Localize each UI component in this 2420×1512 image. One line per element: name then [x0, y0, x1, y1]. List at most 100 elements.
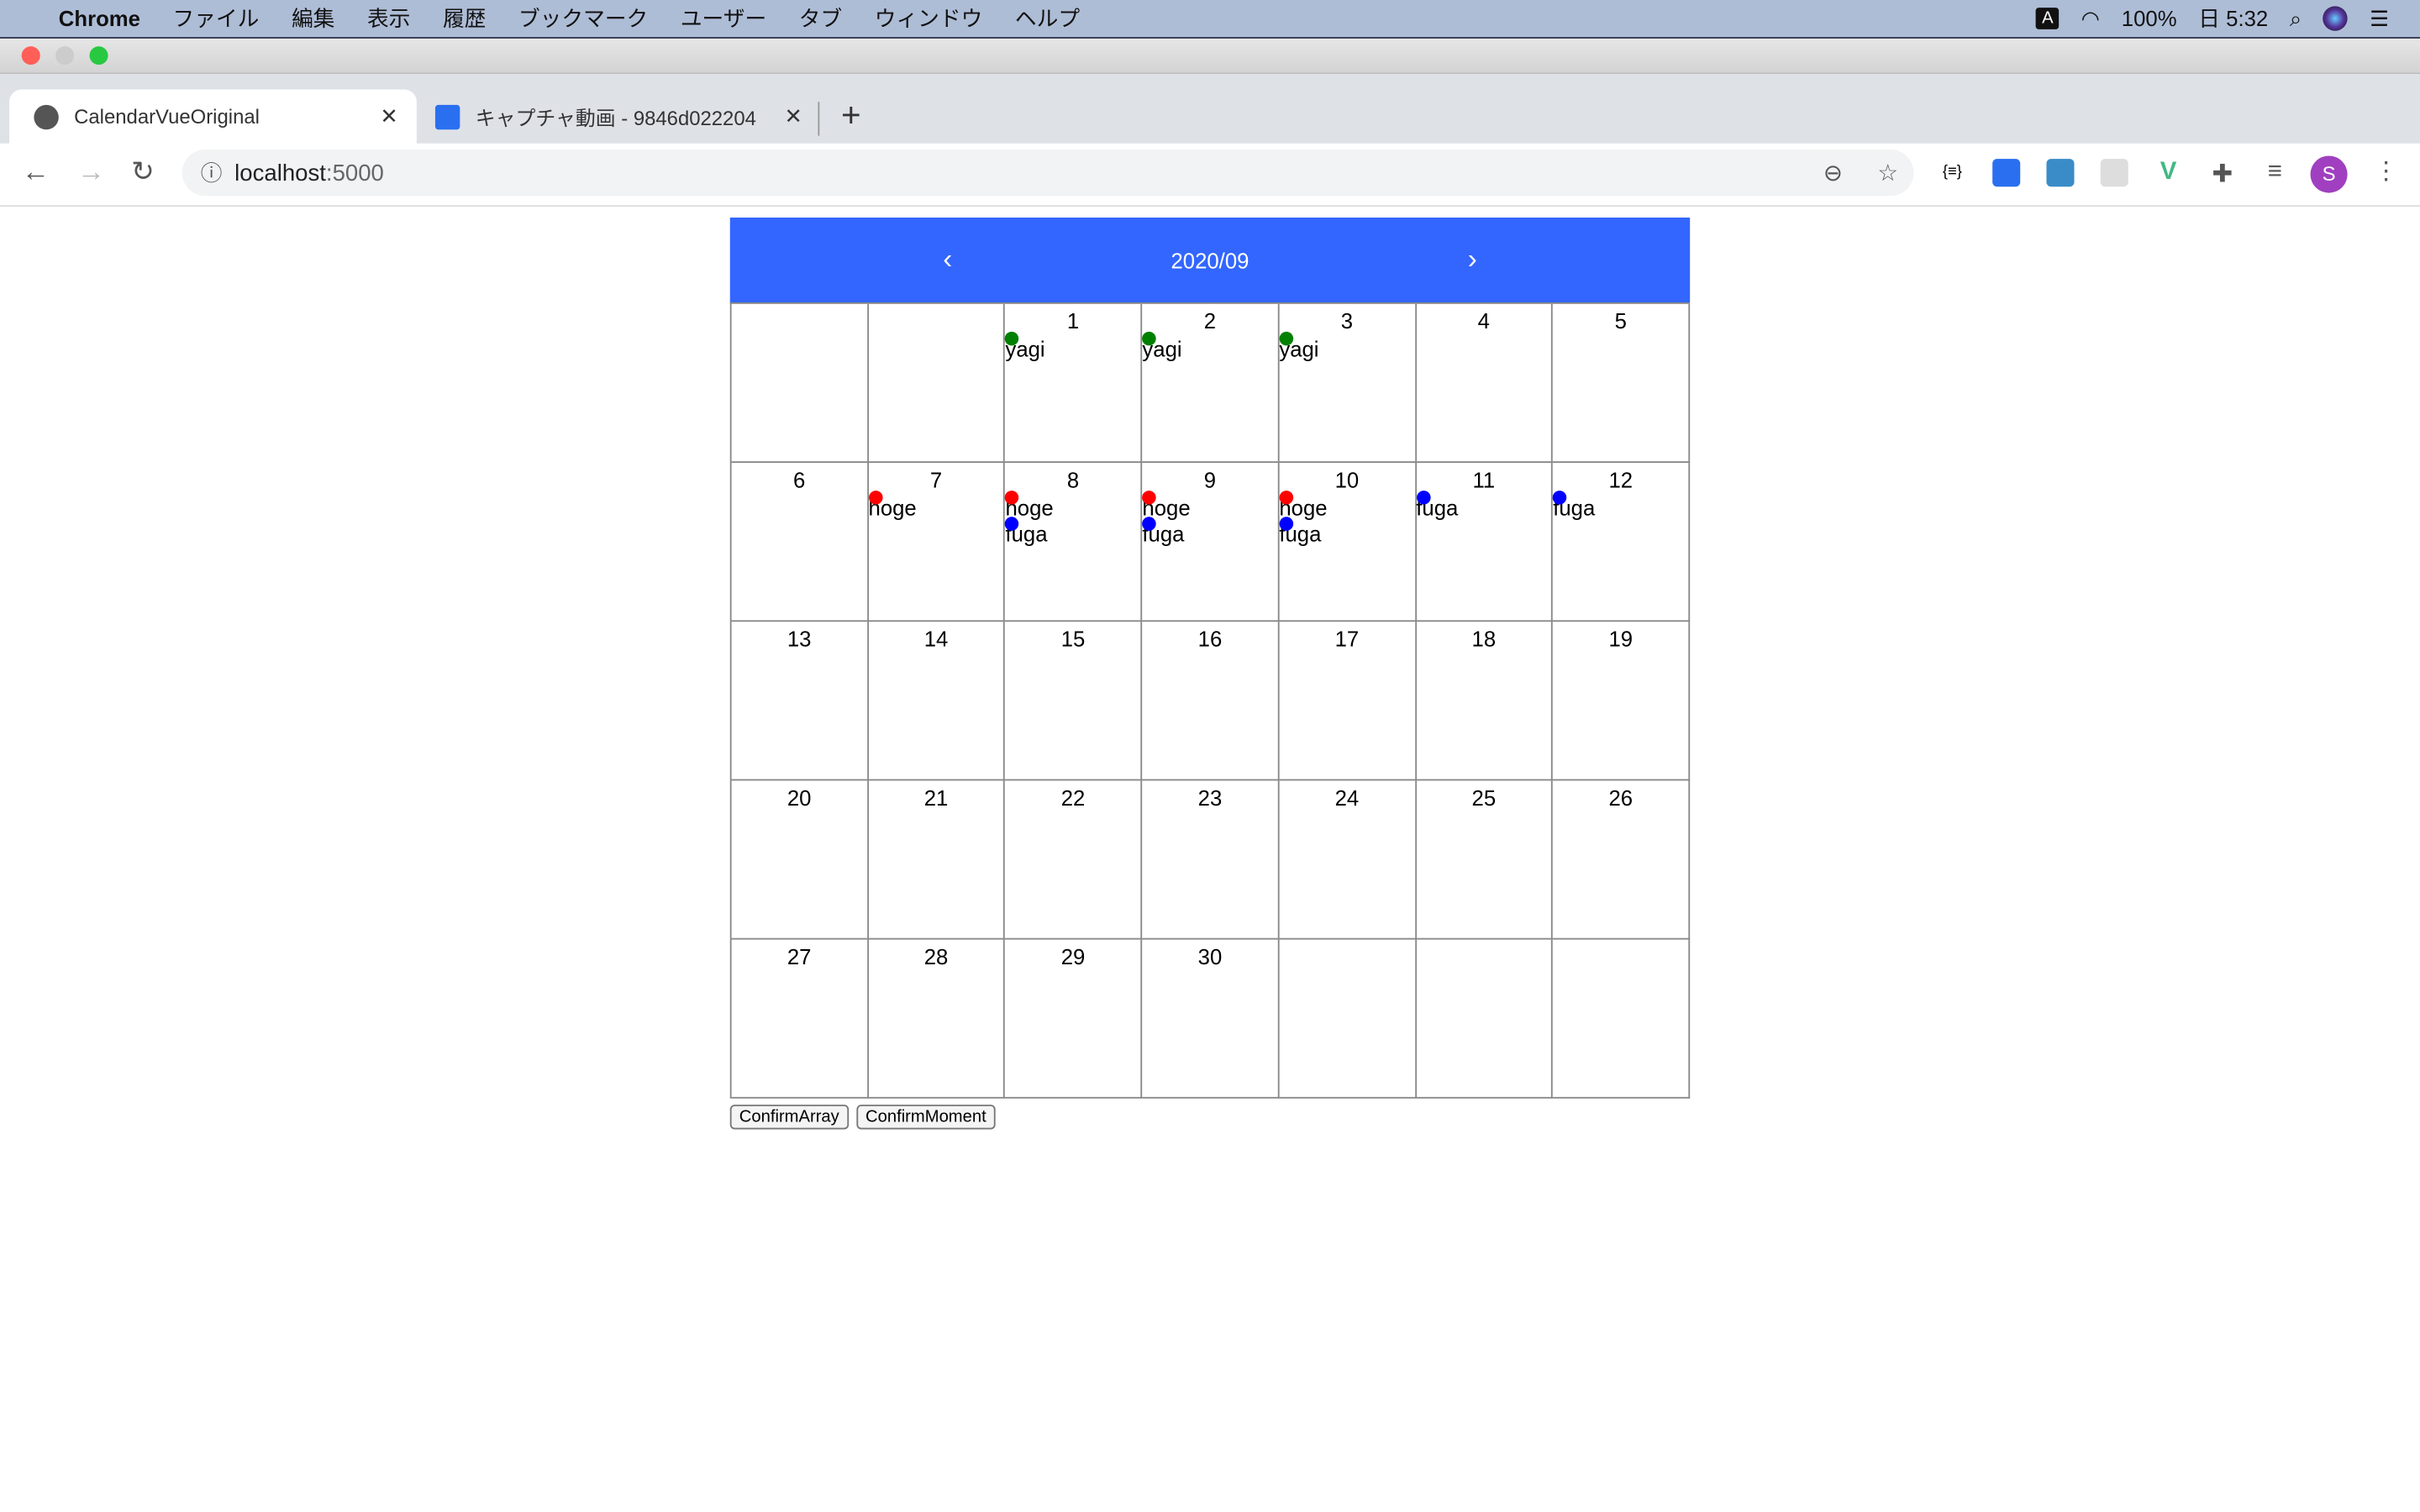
- json-extension-icon[interactable]: {≡}: [1939, 159, 1966, 186]
- confirm-moment-button[interactable]: ConfirmMoment: [855, 1105, 996, 1130]
- day-cell[interactable]: [1553, 939, 1691, 1099]
- day-cell[interactable]: [1416, 939, 1554, 1099]
- event-item[interactable]: fuga: [1142, 517, 1277, 548]
- back-icon[interactable]: ←: [22, 156, 50, 189]
- react-devtools-icon[interactable]: [2100, 159, 2128, 187]
- day-cell[interactable]: 14: [868, 622, 1006, 781]
- day-cell[interactable]: 28: [868, 939, 1006, 1099]
- event-item[interactable]: fuga: [1553, 491, 1688, 522]
- day-number: 18: [1471, 626, 1497, 652]
- info-icon[interactable]: ⓘ: [201, 157, 223, 188]
- minimize-window-button[interactable]: [55, 46, 75, 66]
- event-item[interactable]: hoge: [868, 491, 1004, 522]
- day-cell[interactable]: 9 hoge fuga: [1142, 463, 1280, 622]
- day-cell[interactable]: 3 yagi: [1279, 303, 1417, 464]
- siri-icon[interactable]: [2323, 6, 2349, 31]
- day-cell[interactable]: 23: [1142, 780, 1280, 940]
- more-menu-icon[interactable]: ⋮: [2374, 156, 2398, 187]
- event-item[interactable]: yagi: [1005, 331, 1140, 362]
- event-item[interactable]: hoge: [1005, 491, 1140, 522]
- day-cell[interactable]: 16: [1142, 622, 1280, 781]
- zoom-icon[interactable]: ⊖: [1823, 159, 1843, 186]
- day-cell[interactable]: 11 fuga: [1416, 463, 1554, 622]
- day-cell[interactable]: 20: [731, 780, 869, 940]
- profile-avatar[interactable]: S: [2310, 155, 2348, 193]
- event-item[interactable]: yagi: [1142, 331, 1277, 362]
- day-cell[interactable]: 13: [731, 622, 869, 781]
- vue-devtools-icon[interactable]: V: [2154, 159, 2182, 186]
- menu-tab[interactable]: タブ: [799, 3, 842, 34]
- day-cell[interactable]: 6: [731, 463, 869, 622]
- day-cell[interactable]: 30: [1142, 939, 1280, 1099]
- event-item[interactable]: hoge: [1142, 491, 1277, 522]
- menu-users[interactable]: ユーザー: [681, 3, 766, 34]
- day-cell[interactable]: 19: [1553, 622, 1691, 781]
- day-cell[interactable]: [731, 303, 869, 464]
- next-month-button[interactable]: ›: [1468, 244, 1477, 276]
- menu-help[interactable]: ヘルプ: [1015, 3, 1080, 34]
- zoom-window-button[interactable]: [89, 46, 108, 66]
- day-cell[interactable]: [1279, 939, 1417, 1099]
- close-tab-icon[interactable]: ✕: [380, 103, 398, 129]
- day-cell[interactable]: 7 hoge: [868, 463, 1006, 622]
- menu-app[interactable]: Chrome: [59, 6, 140, 30]
- confirm-array-button[interactable]: ConfirmArray: [729, 1105, 849, 1130]
- wifi-icon[interactable]: ◠: [2081, 5, 2100, 31]
- day-number: 14: [923, 626, 949, 652]
- clock[interactable]: 日 5:32: [2198, 3, 2268, 34]
- spotlight-icon[interactable]: ⌕: [2290, 5, 2302, 31]
- event-dot-icon: [868, 491, 883, 505]
- new-tab-icon[interactable]: +: [841, 96, 861, 136]
- bookmark-star-icon[interactable]: ☆: [1877, 159, 1898, 186]
- menu-view[interactable]: 表示: [367, 3, 410, 34]
- day-cell[interactable]: 29: [1005, 939, 1143, 1099]
- s-extension-icon[interactable]: [2046, 159, 2075, 187]
- calendar-month-title: 2020/09: [1171, 247, 1249, 273]
- day-cell[interactable]: 25: [1416, 780, 1554, 940]
- day-cell[interactable]: 4: [1416, 303, 1554, 464]
- forward-icon[interactable]: →: [77, 156, 105, 189]
- day-cell[interactable]: 24: [1279, 780, 1417, 940]
- event-item[interactable]: fuga: [1005, 517, 1140, 548]
- input-source-icon[interactable]: A: [2035, 8, 2060, 29]
- day-number: 25: [1471, 785, 1497, 811]
- menu-edit[interactable]: 編集: [292, 3, 334, 34]
- day-cell[interactable]: 10 hoge fuga: [1279, 463, 1417, 622]
- control-center-icon[interactable]: ☰: [2370, 5, 2389, 31]
- address-bar[interactable]: ⓘ localhost:5000 ⊖ ☆: [182, 150, 1914, 197]
- menu-bookmarks[interactable]: ブックマーク: [518, 3, 648, 34]
- close-window-button[interactable]: [21, 46, 40, 66]
- url-port: :5000: [325, 160, 384, 186]
- day-cell[interactable]: 5: [1553, 303, 1691, 464]
- day-number: 9: [1203, 467, 1217, 492]
- day-cell[interactable]: 22: [1005, 780, 1143, 940]
- day-cell[interactable]: 21: [868, 780, 1006, 940]
- menu-file[interactable]: ファイル: [173, 3, 260, 34]
- day-cell[interactable]: 15: [1005, 622, 1143, 781]
- close-tab-icon[interactable]: ✕: [785, 103, 803, 129]
- event-item[interactable]: fuga: [1416, 491, 1551, 522]
- day-cell[interactable]: [868, 303, 1006, 464]
- event-item[interactable]: fuga: [1279, 517, 1414, 548]
- day-cell[interactable]: 17: [1279, 622, 1417, 781]
- extensions-puzzle-icon[interactable]: ✚: [2208, 159, 2236, 188]
- reload-icon[interactable]: ↻: [131, 156, 155, 189]
- event-item[interactable]: hoge: [1279, 491, 1414, 522]
- calendar-grid: 1 yagi 2 yagi 3 yagi 4 5 6 7 hoge 8 hoge fuga 9 hoge fug…: [729, 302, 1691, 1099]
- menu-window[interactable]: ウィンドウ: [875, 3, 983, 34]
- media-control-icon[interactable]: ≡: [2261, 159, 2289, 186]
- prev-month-button[interactable]: ‹: [943, 244, 952, 276]
- day-cell[interactable]: 12 fuga: [1553, 463, 1691, 622]
- day-cell[interactable]: 8 hoge fuga: [1005, 463, 1143, 622]
- tab-calendar[interactable]: CalendarVueOriginal ✕: [9, 89, 417, 144]
- day-cell[interactable]: 2 yagi: [1142, 303, 1280, 464]
- day-cell[interactable]: 26: [1553, 780, 1691, 940]
- battery-status[interactable]: 100%: [2122, 6, 2177, 30]
- tab-capture[interactable]: キャプチャ動画 - 9846d022204 ✕: [426, 90, 812, 144]
- day-cell[interactable]: 27: [731, 939, 869, 1099]
- day-cell[interactable]: 1 yagi: [1005, 303, 1143, 464]
- day-cell[interactable]: 18: [1416, 622, 1554, 781]
- event-item[interactable]: yagi: [1279, 331, 1414, 362]
- capture-extension-icon[interactable]: [1992, 159, 2021, 187]
- menu-history[interactable]: 履歴: [443, 3, 486, 34]
